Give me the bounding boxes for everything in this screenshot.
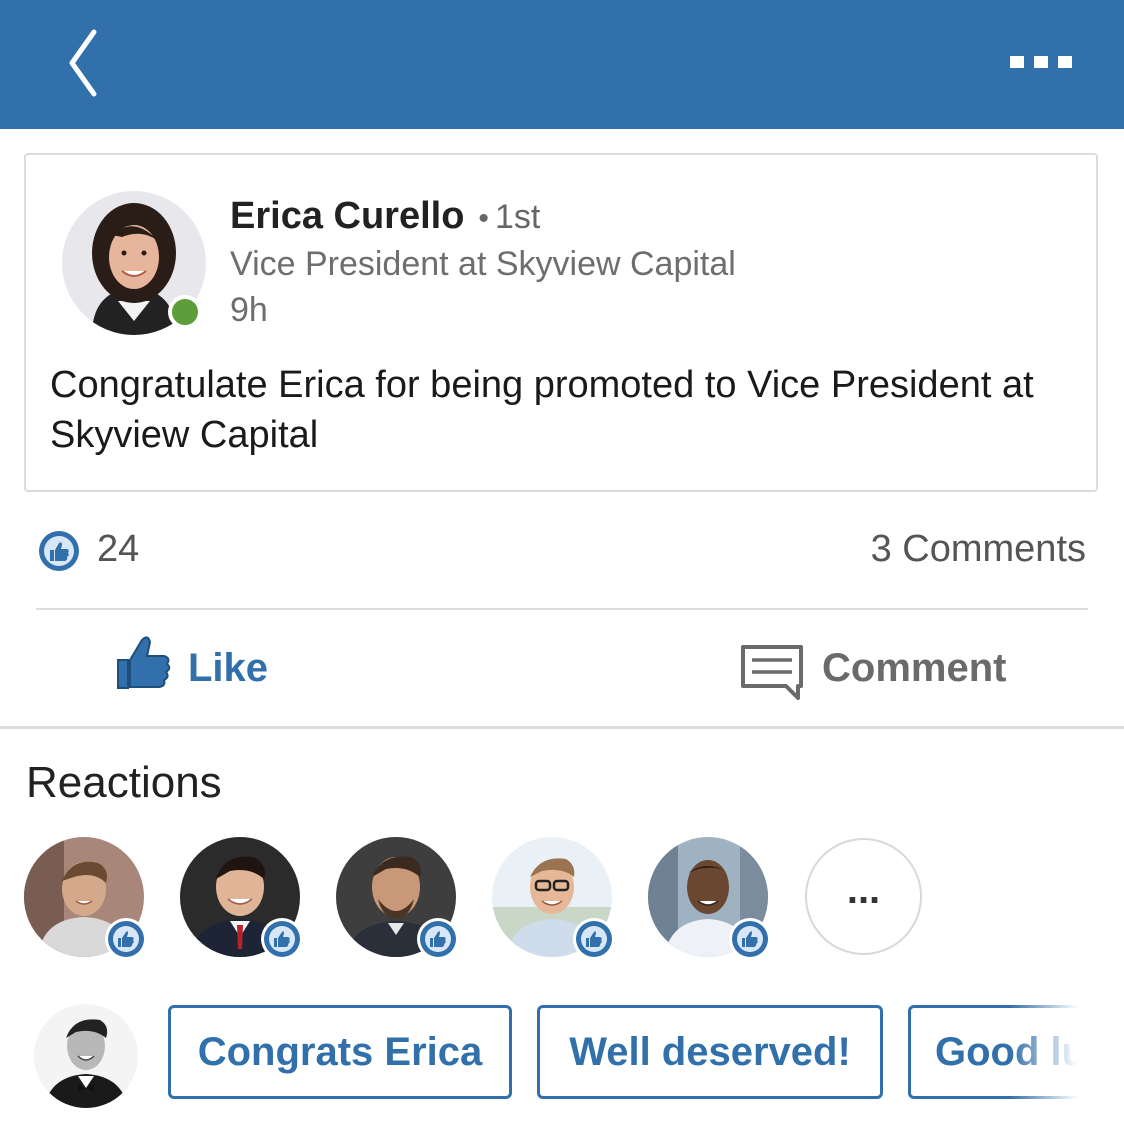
top-navigation-bar [0,0,1124,129]
like-reaction-icon [261,918,303,960]
like-reaction-icon [39,531,79,571]
more-horizontal-icon [1010,56,1024,68]
comment-icon [741,645,803,700]
author-name-text[interactable]: Erica Curello [230,195,464,237]
back-button[interactable] [60,26,110,100]
more-horizontal-icon [1034,56,1048,68]
reactor-avatar[interactable] [648,837,771,960]
more-options-button[interactable] [1000,48,1080,78]
reactions-heading: Reactions [26,758,222,807]
more-horizontal-icon [1058,56,1072,68]
quick-reply-list: Congrats Erica Well deserved! Good luck [168,1005,1080,1101]
like-button[interactable]: Like [114,632,304,702]
author-name[interactable]: Erica Curello • 1st [230,195,540,238]
comment-label: Comment [822,646,1007,690]
quick-reply-chip[interactable]: Congrats Erica [168,1005,512,1099]
like-reaction-icon [573,918,615,960]
divider [36,608,1088,610]
degree-separator: • [478,202,489,235]
like-label: Like [188,646,269,690]
like-reaction-icon [417,918,459,960]
reactor-avatar[interactable] [336,837,459,960]
online-status-indicator [168,295,202,329]
author-headline: Vice President at Skyview Capital [230,245,736,283]
like-reaction-icon [105,918,147,960]
more-reactors-button[interactable]: ... [805,838,922,955]
comments-count-link[interactable]: 3 Comments [871,528,1086,571]
like-count[interactable]: 24 [97,528,139,571]
comment-button[interactable]: Comment [740,640,1040,710]
like-reaction-icon [729,918,771,960]
quick-reply-chip[interactable]: Well deserved! [537,1005,883,1099]
connection-degree: 1st [494,198,541,236]
post-body-text: Congratulate Erica for being promoted to… [50,364,1034,456]
reactor-avatar[interactable] [24,837,147,960]
post-timestamp: 9h [230,291,268,329]
current-user-avatar [34,1004,138,1108]
scroll-fade-overlay [1010,1000,1090,1104]
thumbs-up-icon [117,636,171,689]
post-card[interactable]: Erica Curello • 1st Vice President at Skyv… [24,153,1098,492]
chevron-left-icon [69,29,97,97]
reactor-avatar[interactable] [492,837,615,960]
reactor-avatar[interactable] [180,837,303,960]
divider [0,726,1124,729]
